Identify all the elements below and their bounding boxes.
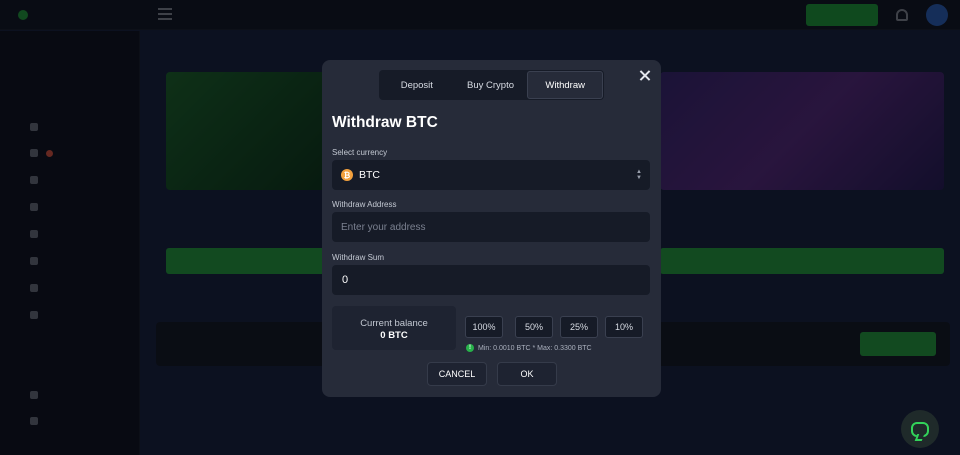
modal-title: Withdraw BTC: [332, 114, 438, 131]
hot-badge: [46, 149, 53, 157]
percent-100-button[interactable]: 100%: [465, 316, 503, 338]
banner-button[interactable]: [660, 248, 944, 274]
sidebar-item[interactable]: [30, 149, 53, 157]
top-bar: [0, 0, 960, 30]
cancel-button[interactable]: CANCEL: [427, 362, 487, 386]
limits-note: ! Min: 0.0010 BTC * Max: 0.3300 BTC: [466, 344, 592, 352]
sidebar-item[interactable]: [30, 391, 38, 399]
withdraw-modal: Deposit Buy Crypto Withdraw Withdraw BTC…: [322, 60, 661, 397]
balance-value: 0 BTC: [380, 330, 408, 341]
sidebar-item[interactable]: [30, 311, 38, 319]
avatar[interactable]: [926, 4, 948, 26]
currency-label: Select currency: [332, 148, 388, 157]
balance-box: Current balance 0 BTC: [332, 306, 456, 350]
sidebar-item[interactable]: [30, 417, 38, 425]
sidebar-item[interactable]: [30, 284, 38, 292]
sidebar-item-icon: [30, 176, 38, 184]
sidebar-item-icon: [30, 284, 38, 292]
buy-crypto-button[interactable]: [860, 332, 936, 356]
sum-input[interactable]: [332, 265, 650, 295]
sum-label: Withdraw Sum: [332, 253, 385, 262]
select-arrows-icon: ▲ ▼: [636, 169, 642, 181]
sidebar-item[interactable]: [30, 230, 38, 238]
percent-50-button[interactable]: 50%: [515, 316, 553, 338]
header-deposit-button[interactable]: [806, 4, 878, 26]
close-icon[interactable]: [638, 69, 652, 83]
sidebar: [0, 31, 140, 455]
sidebar-item-icon: [30, 311, 38, 319]
sidebar-item[interactable]: [30, 257, 38, 265]
percent-25-button[interactable]: 25%: [560, 316, 598, 338]
sports-banner[interactable]: [166, 72, 326, 190]
modal-tabs: Deposit Buy Crypto Withdraw: [379, 70, 604, 100]
address-input[interactable]: [332, 212, 650, 242]
sidebar-item-icon: [30, 257, 38, 265]
limits-text: Min: 0.0010 BTC * Max: 0.3300 BTC: [478, 344, 592, 352]
sidebar-item-icon: [30, 123, 38, 131]
site-logo[interactable]: [18, 8, 37, 22]
address-label: Withdraw Address: [332, 200, 397, 209]
chat-icon: [911, 421, 929, 437]
sidebar-item-icon: [30, 417, 38, 425]
sidebar-item-icon: [30, 149, 38, 157]
chat-button[interactable]: [901, 410, 939, 448]
bitcoin-icon: ₿: [341, 169, 353, 181]
tab-buy-crypto[interactable]: Buy Crypto: [454, 71, 528, 99]
sidebar-item-icon: [30, 391, 38, 399]
currency-select[interactable]: ₿ BTC ▲ ▼: [332, 160, 650, 190]
info-icon: !: [466, 344, 474, 352]
tab-deposit[interactable]: Deposit: [380, 71, 454, 99]
currency-value: BTC: [359, 169, 380, 181]
bell-icon[interactable]: [896, 9, 908, 21]
ok-button[interactable]: OK: [497, 362, 557, 386]
sidebar-item-icon: [30, 230, 38, 238]
sidebar-item[interactable]: [30, 176, 38, 184]
casino-banner[interactable]: [660, 72, 944, 190]
sidebar-item-icon: [30, 203, 38, 211]
sidebar-item[interactable]: [30, 203, 38, 211]
menu-icon[interactable]: [158, 8, 172, 20]
percent-10-button[interactable]: 10%: [605, 316, 643, 338]
sidebar-item[interactable]: [30, 123, 38, 131]
tab-withdraw[interactable]: Withdraw: [527, 71, 604, 99]
balance-label: Current balance: [360, 318, 428, 329]
banner-button[interactable]: [166, 248, 326, 274]
